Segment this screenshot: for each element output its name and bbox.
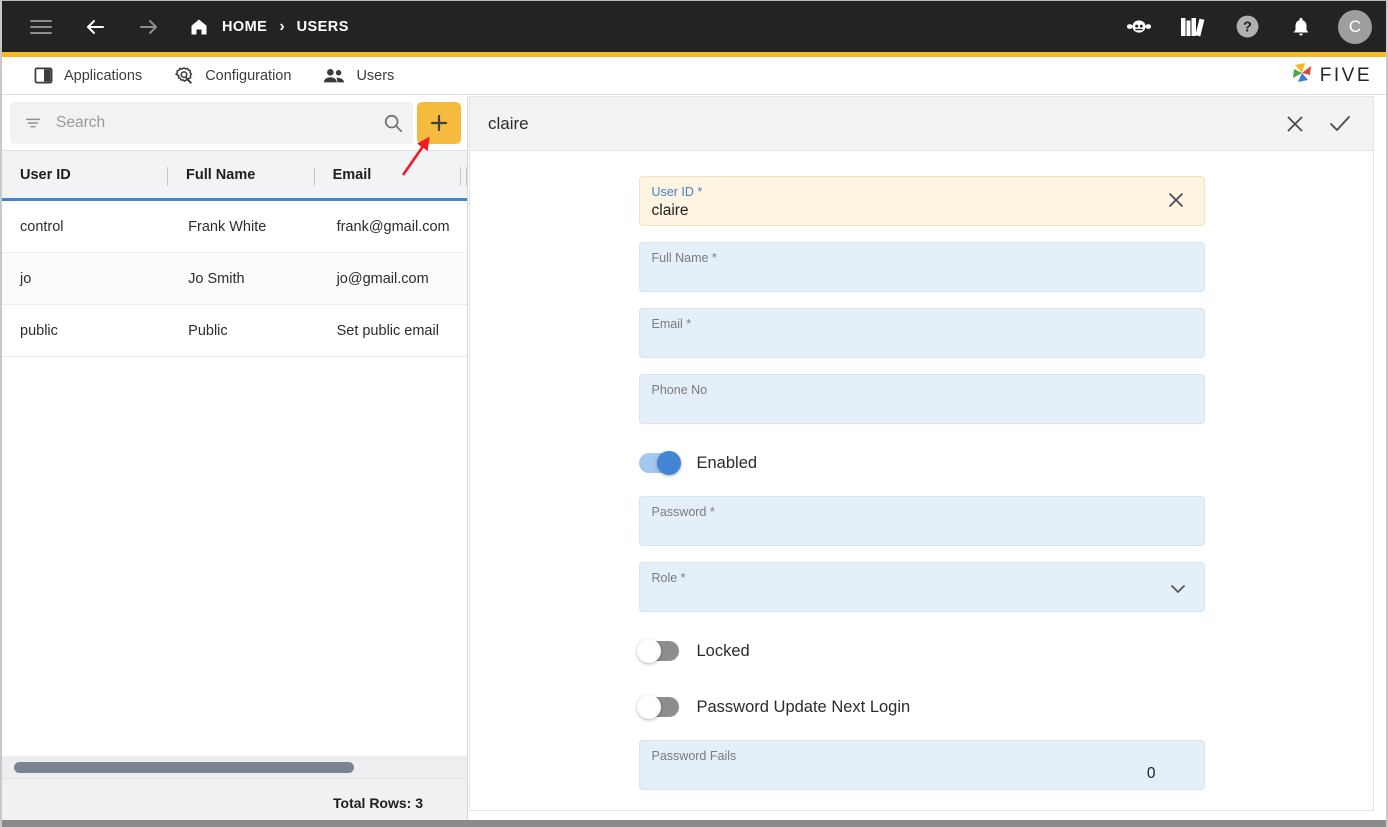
chevron-down-icon[interactable] — [1168, 579, 1188, 599]
cell-full-name: Jo Smith — [188, 270, 245, 287]
user-form: User ID * claire Full Name * Email * Pho… — [469, 151, 1374, 811]
users-list-panel: User ID Full Name Email control Frank Wh… — [2, 96, 468, 827]
tab-users[interactable]: Users — [307, 57, 410, 95]
breadcrumb: HOME › USERS — [188, 16, 349, 38]
home-icon[interactable] — [188, 16, 210, 38]
applications-icon — [34, 66, 53, 85]
user-avatar[interactable]: C — [1338, 9, 1372, 44]
column-header-user-id[interactable]: User ID — [2, 151, 168, 198]
cell-user-id: public — [20, 322, 58, 339]
enabled-toggle-label: Enabled — [696, 453, 758, 472]
breadcrumb-item-home[interactable]: HOME — [222, 19, 267, 35]
five-logo-text: FIVE — [1319, 64, 1372, 86]
scrollbar-thumb[interactable] — [14, 761, 354, 773]
cell-full-name: Public — [188, 322, 228, 339]
cell-full-name: Frank White — [188, 218, 267, 235]
field-label-user-id: User ID * — [651, 185, 703, 199]
field-password[interactable]: Password * — [638, 496, 1205, 546]
password-update-next-login-label: Password Update Next Login — [696, 697, 911, 716]
tab-label-configuration: Configuration — [205, 67, 292, 84]
add-user-button[interactable] — [417, 102, 461, 144]
detail-header: claire — [469, 96, 1374, 151]
cell-user-id: jo — [20, 270, 32, 287]
table-row[interactable]: jo Jo Smith jo@gmail.com — [2, 253, 467, 305]
field-label-password: Password * — [651, 505, 715, 519]
five-logo: FIVE — [1289, 60, 1372, 91]
grid-horizontal-scrollbar[interactable] — [2, 756, 467, 778]
table-row[interactable]: public Public Set public email — [2, 305, 467, 357]
forward-arrow-icon[interactable] — [132, 10, 166, 44]
field-phone-no[interactable]: Phone No — [638, 374, 1205, 424]
locked-toggle[interactable] — [636, 639, 679, 663]
field-label-phone-no: Phone No — [651, 383, 708, 397]
five-pinwheel-logo-icon — [1289, 60, 1315, 91]
window-bottom-scrollbar[interactable] — [2, 820, 1386, 827]
library-books-icon[interactable] — [1176, 10, 1210, 44]
cell-user-id: control — [20, 218, 64, 235]
field-label-role: Role * — [651, 571, 686, 585]
user-detail-panel: claire User ID * claire Full Name * Emai… — [469, 96, 1374, 821]
field-full-name[interactable]: Full Name * — [638, 242, 1205, 292]
search-input[interactable] — [56, 114, 369, 132]
field-label-email: Email * — [651, 317, 692, 331]
field-role[interactable]: Role * — [638, 562, 1205, 612]
tab-applications[interactable]: Applications — [18, 57, 158, 95]
total-rows-label: Total Rows: 3 — [333, 795, 423, 811]
toggle-row-password-update: Password Update Next Login — [636, 684, 1205, 730]
configuration-gear-icon — [174, 66, 194, 86]
toggle-row-locked: Locked — [636, 628, 1205, 674]
clear-x-icon[interactable] — [1166, 190, 1186, 210]
locked-toggle-label: Locked — [696, 641, 750, 660]
topbar-actions: ? C — [1122, 9, 1372, 44]
cell-email: frank@gmail.com — [336, 218, 450, 235]
search-row — [2, 96, 467, 150]
top-navigation-bar: HOME › USERS ? C — [2, 1, 1386, 52]
breadcrumb-item-users[interactable]: USERS — [297, 19, 349, 35]
grid-body: control Frank White frank@gmail.com jo J… — [2, 201, 467, 357]
checkmark-save-icon[interactable] — [1329, 114, 1351, 134]
column-header-full-name[interactable]: Full Name — [168, 151, 315, 198]
field-label-password-fails: Password Fails — [651, 749, 737, 763]
field-user-id[interactable]: User ID * claire — [638, 176, 1205, 226]
users-grid: User ID Full Name Email control Frank Wh… — [2, 150, 467, 827]
toggle-row-enabled: Enabled — [638, 440, 1205, 486]
tab-label-applications: Applications — [64, 67, 143, 84]
field-value-user-id: claire — [651, 202, 689, 219]
field-email[interactable]: Email * — [638, 308, 1205, 358]
tab-label-users: Users — [356, 67, 395, 84]
column-header-spacer — [461, 151, 467, 198]
application-window: HOME › USERS ? C Applications Configurat… — [0, 0, 1388, 827]
search-icon[interactable] — [383, 113, 403, 133]
password-update-next-login-toggle[interactable] — [636, 695, 679, 719]
field-label-full-name: Full Name * — [651, 251, 717, 265]
hamburger-menu-icon[interactable] — [24, 10, 58, 44]
svg-text:?: ? — [1243, 20, 1252, 36]
field-password-fails[interactable]: Password Fails 0 — [638, 740, 1205, 790]
cell-email: Set public email — [336, 322, 439, 339]
close-x-icon[interactable] — [1285, 114, 1305, 134]
help-icon[interactable]: ? — [1230, 10, 1264, 44]
field-value-password-fails: 0 — [1146, 765, 1156, 782]
bell-notification-icon[interactable] — [1284, 10, 1318, 44]
users-people-icon — [323, 67, 345, 85]
cell-email: jo@gmail.com — [336, 270, 429, 287]
breadcrumb-separator: › — [279, 17, 285, 35]
detail-header-actions — [1285, 114, 1351, 134]
grid-header-row: User ID Full Name Email — [2, 150, 467, 201]
tab-strip: Applications Configuration Users FIVE — [2, 57, 1386, 95]
detail-title: claire — [488, 113, 529, 133]
column-header-email[interactable]: Email — [315, 151, 462, 198]
filter-icon[interactable] — [24, 114, 42, 132]
back-arrow-icon[interactable] — [78, 10, 112, 44]
table-row[interactable]: control Frank White frank@gmail.com — [2, 201, 467, 253]
chat-bot-icon[interactable] — [1122, 10, 1156, 44]
enabled-toggle[interactable] — [638, 451, 681, 475]
search-box[interactable] — [10, 102, 413, 144]
tab-configuration[interactable]: Configuration — [158, 57, 307, 95]
